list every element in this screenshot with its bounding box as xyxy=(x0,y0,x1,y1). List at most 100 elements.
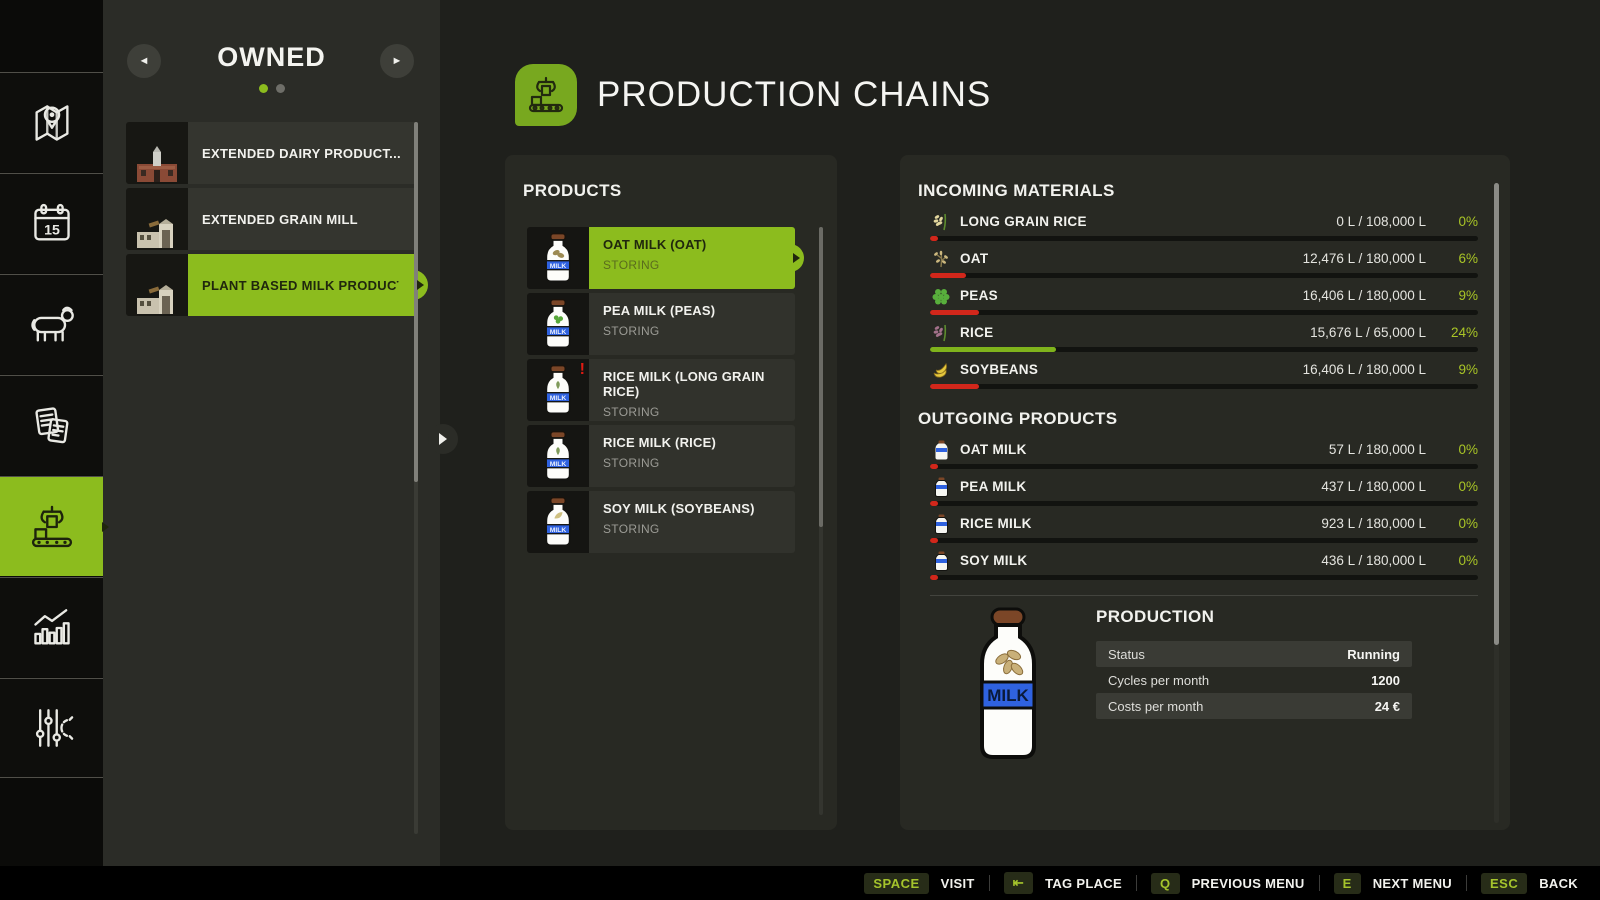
hint-back[interactable]: ESC BACK xyxy=(1481,873,1578,894)
building-item-dairy[interactable]: EXTENDED DAIRY PRODUCT... xyxy=(126,122,418,184)
e-key: E xyxy=(1334,873,1361,894)
details-panel: INCOMING MATERIALS LONG GRAIN RICE 0 L /… xyxy=(900,155,1510,830)
milk-bottle-icon xyxy=(930,476,952,498)
material-row-rice: RICE 15,676 L / 65,000 L 24% xyxy=(930,322,1478,359)
svg-text:MILK: MILK xyxy=(550,395,567,402)
material-row-long-grain-rice: LONG GRAIN RICE 0 L / 108,000 L 0% xyxy=(930,211,1478,248)
product-amount: 923 L / 180,000 L xyxy=(1321,516,1426,531)
sidebar-item-calendar[interactable]: 15 xyxy=(0,173,103,273)
owned-next-button[interactable]: ► xyxy=(380,44,414,78)
product-percent: 0% xyxy=(1426,553,1478,568)
sidebar-item-map[interactable] xyxy=(0,72,103,172)
hint-visit[interactable]: SPACE VISIT xyxy=(864,873,974,894)
building-item-grain-mill[interactable]: EXTENDED GRAIN MILL xyxy=(126,188,418,250)
product-item-rice-milk[interactable]: MILK RICE MILK (RICE) STORING xyxy=(527,425,795,487)
product-item-oat-milk[interactable]: MILK OAT MILK (OAT) STORING xyxy=(527,227,795,289)
milk-bottle-icon: MILK xyxy=(540,496,576,548)
fill-bar xyxy=(930,273,1478,278)
hint-next-menu[interactable]: E NEXT MENU xyxy=(1334,873,1452,894)
product-percent: 0% xyxy=(1426,442,1478,457)
product-status: STORING xyxy=(603,456,795,470)
panel-collapse-button[interactable] xyxy=(428,424,458,454)
statistics-icon xyxy=(26,602,78,654)
product-name: OAT MILK xyxy=(960,442,1329,457)
fill-bar xyxy=(930,236,1478,241)
building-thumbnail xyxy=(126,188,188,250)
production-chain-icon xyxy=(26,501,78,553)
product-item-pea-milk[interactable]: MILK PEA MILK (PEAS) STORING xyxy=(527,293,795,355)
material-amount: 15,676 L / 65,000 L xyxy=(1310,325,1426,340)
product-thumbnail: MILK xyxy=(527,293,589,355)
sidebar-item-statistics[interactable] xyxy=(0,577,103,677)
hint-previous-menu[interactable]: Q PREVIOUS MENU xyxy=(1151,873,1305,894)
building-item-plant-milk[interactable]: PLANT BASED MILK PRODUCT xyxy=(126,254,418,316)
milk-bottle-icon xyxy=(930,439,952,461)
material-percent: 24% xyxy=(1426,325,1478,340)
rice-icon xyxy=(930,322,952,344)
material-row-oat: OAT 12,476 L / 180,000 L 6% xyxy=(930,248,1478,285)
building-thumbnail xyxy=(126,254,188,316)
dairy-building-image xyxy=(131,144,183,184)
section-divider xyxy=(930,595,1478,596)
fill-bar xyxy=(930,347,1478,352)
incoming-materials-list: LONG GRAIN RICE 0 L / 108,000 L 0% xyxy=(930,211,1478,396)
production-info: PRODUCTION Status Running Cycles per mon… xyxy=(1096,607,1412,719)
sidebar-item-finances[interactable] xyxy=(0,375,103,475)
fill-bar xyxy=(930,310,1478,315)
hint-tag-place[interactable]: ⇤ TAG PLACE xyxy=(1004,872,1122,894)
products-heading: PRODUCTS xyxy=(523,181,622,201)
owned-scrollbar[interactable] xyxy=(414,122,418,834)
rice-icon xyxy=(930,211,952,233)
product-name: PEA MILK xyxy=(960,479,1321,494)
production-heading: PRODUCTION xyxy=(1096,607,1412,627)
building-label: PLANT BASED MILK PRODUCT xyxy=(202,278,405,293)
production-chains-screen: 15 xyxy=(0,0,1600,900)
details-scrollbar[interactable] xyxy=(1494,183,1499,823)
svg-text:MILK: MILK xyxy=(550,263,567,270)
material-amount: 16,406 L / 180,000 L xyxy=(1303,362,1426,377)
material-name: LONG GRAIN RICE xyxy=(960,214,1336,229)
product-title: PEA MILK (PEAS) xyxy=(603,303,795,318)
material-name: PEAS xyxy=(960,288,1303,303)
products-panel: PRODUCTS MILK OAT MILK (OAT) STO xyxy=(505,155,837,830)
settings-sliders-icon xyxy=(26,702,78,754)
outgoing-products-heading: OUTGOING PRODUCTS xyxy=(918,409,1117,429)
sidebar-item-production[interactable] xyxy=(0,476,103,576)
material-name: OAT xyxy=(960,251,1303,266)
products-scrollbar[interactable] xyxy=(819,227,823,815)
owned-building-list: EXTENDED DAIRY PRODUCT... E xyxy=(126,122,418,320)
sidebar-item-settings[interactable] xyxy=(0,678,103,778)
product-amount: 57 L / 180,000 L xyxy=(1329,442,1426,457)
fill-bar xyxy=(930,575,1478,580)
selected-item-arrow-icon xyxy=(793,253,800,263)
production-chain-icon xyxy=(524,73,568,117)
cycles-value: 1200 xyxy=(1371,673,1400,688)
building-label: EXTENDED GRAIN MILL xyxy=(202,212,358,227)
product-item-soy-milk[interactable]: MILK SOY MILK (SOYBEANS) STORING xyxy=(527,491,795,553)
page-dot-active[interactable] xyxy=(259,84,268,93)
product-percent: 0% xyxy=(1426,516,1478,531)
mill-building-image xyxy=(131,210,183,250)
product-row-oat-milk: OAT MILK 57 L / 180,000 L 0% xyxy=(930,439,1478,476)
product-item-rice-milk-long-grain[interactable]: ! MILK RICE MILK (LONG GRAIN RICE) STORI… xyxy=(527,359,795,421)
material-amount: 0 L / 108,000 L xyxy=(1336,214,1426,229)
incoming-materials-heading: INCOMING MATERIALS xyxy=(918,181,1115,201)
product-thumbnail: MILK xyxy=(527,425,589,487)
page-header: PRODUCTION CHAINS xyxy=(515,64,991,126)
selected-tab-arrow-icon xyxy=(102,522,109,532)
space-key: SPACE xyxy=(864,873,928,894)
table-row-status: Status Running xyxy=(1096,641,1412,667)
product-amount: 437 L / 180,000 L xyxy=(1321,479,1426,494)
material-row-peas: PEAS 16,406 L / 180,000 L 9% xyxy=(930,285,1478,322)
fill-bar xyxy=(930,501,1478,506)
sidebar-item-animals[interactable] xyxy=(0,274,103,374)
separator xyxy=(1466,875,1467,891)
svg-text:MILK: MILK xyxy=(550,527,567,534)
product-percent: 0% xyxy=(1426,479,1478,494)
svg-text:MILK: MILK xyxy=(987,686,1029,705)
svg-text:MILK: MILK xyxy=(550,461,567,468)
page-dot[interactable] xyxy=(276,84,285,93)
product-title: RICE MILK (LONG GRAIN RICE) xyxy=(603,369,795,399)
product-status: STORING xyxy=(603,522,795,536)
product-row-soy-milk: SOY MILK 436 L / 180,000 L 0% xyxy=(930,550,1478,587)
